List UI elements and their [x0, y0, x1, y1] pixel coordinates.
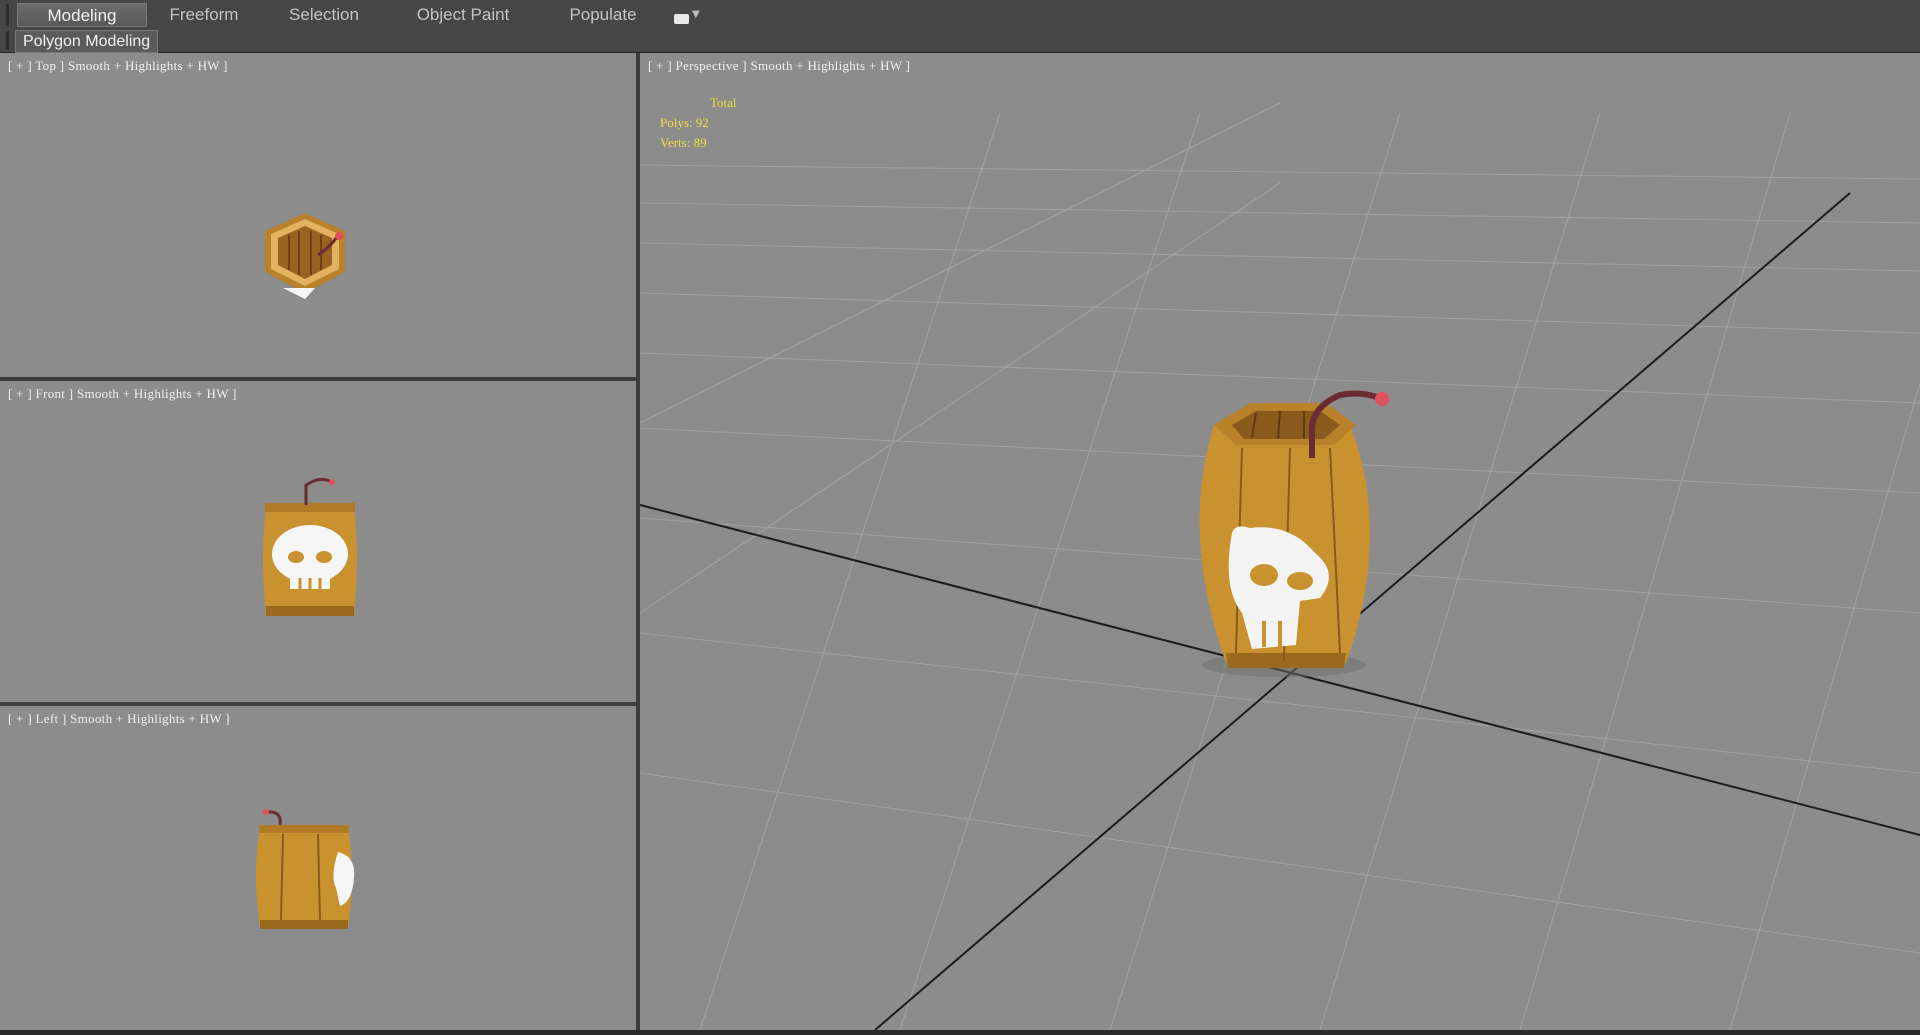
- status-strip: [0, 1030, 1920, 1035]
- perspective-grid: [640, 102, 1920, 1030]
- toolbar-gripper[interactable]: [6, 4, 9, 26]
- fuse-tip: [329, 479, 335, 485]
- ribbon-tab-bar: Modeling Freeform Selection Object Paint…: [0, 0, 1920, 30]
- barrel-base: [260, 920, 348, 929]
- fuse-tip: [335, 232, 343, 240]
- polygon-modeling-label[interactable]: Polygon Modeling: [15, 30, 159, 53]
- fuse: [267, 810, 282, 826]
- viewport-perspective[interactable]: [ + ] Perspective ] Smooth + Highlights …: [640, 53, 1920, 1030]
- panel-gripper[interactable]: [6, 31, 9, 50]
- ribbon-options-dropdown[interactable]: ▼: [674, 9, 700, 28]
- chevron-down-icon: ▼: [692, 9, 700, 20]
- barrel-perspective-model: [1199, 390, 1389, 677]
- viewport-front[interactable]: [ + ] Front ] Smooth + Highlights + HW ]: [0, 381, 636, 702]
- barrel-front-view: [263, 477, 357, 616]
- barrel-top-view: [265, 213, 345, 299]
- tab-modeling[interactable]: Modeling: [17, 3, 147, 27]
- skull-edge: [283, 288, 315, 299]
- fuse-tip: [263, 809, 269, 815]
- barrel-rim: [265, 503, 355, 512]
- tab-selection[interactable]: Selection: [270, 3, 378, 27]
- grid-axis-y: [874, 192, 1851, 1030]
- barrel-base: [266, 606, 354, 616]
- barrel-rim: [259, 825, 349, 833]
- viewport-left[interactable]: [ + ] Left ] Smooth + Highlights + HW ]: [0, 706, 636, 1030]
- ribbon-panel-bar: Polygon Modeling: [0, 29, 1920, 53]
- fuse: [304, 477, 331, 488]
- viewport-camera-icon: [674, 14, 689, 24]
- tab-freeform[interactable]: Freeform: [148, 3, 260, 27]
- barrel-left-view: [256, 809, 355, 929]
- tab-object-paint[interactable]: Object Paint: [408, 3, 518, 27]
- tab-populate[interactable]: Populate: [550, 3, 656, 27]
- viewport-top[interactable]: [ + ] Top ] Smooth + Highlights + HW ]: [0, 53, 636, 377]
